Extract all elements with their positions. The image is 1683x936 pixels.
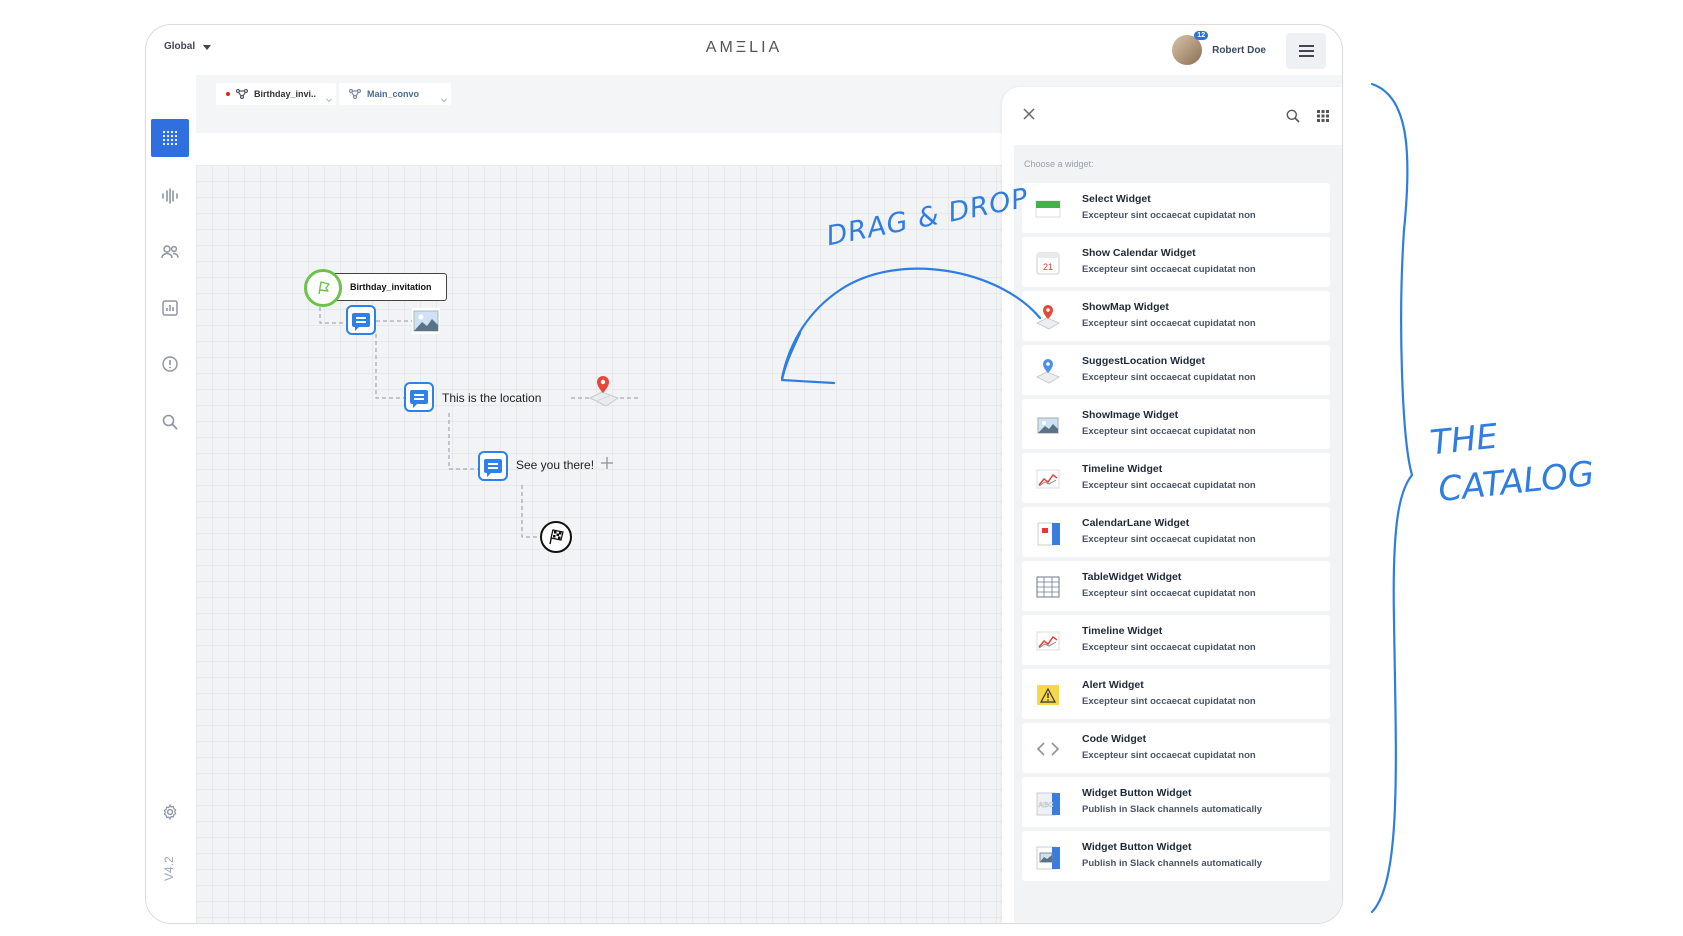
message-node[interactable]: [404, 382, 434, 412]
catalog-annotation-line1: THE: [1428, 416, 1500, 464]
start-node[interactable]: [304, 269, 342, 307]
message-node[interactable]: [478, 451, 508, 481]
map-pin-icon: [588, 376, 620, 407]
start-node-label[interactable]: Birthday_invitation: [329, 273, 447, 301]
chat-bubble-icon: [410, 390, 428, 408]
node-message-text[interactable]: This is the location: [442, 391, 541, 405]
image-widget-node[interactable]: [412, 308, 440, 334]
checkered-flag-icon: [549, 529, 564, 545]
plus-icon: [601, 457, 613, 469]
add-node-button[interactable]: [600, 456, 614, 470]
flag-icon: [318, 281, 330, 295]
image-icon: [413, 310, 439, 332]
chat-bubble-icon: [352, 313, 370, 331]
app-window: Global AMΞLIA 12 Robert Doe V4.2 Birthda…: [145, 24, 1343, 924]
catalog-brace: [1370, 82, 1414, 914]
message-node[interactable]: [346, 305, 376, 335]
chat-bubble-icon: [484, 459, 502, 477]
end-node[interactable]: [540, 521, 572, 553]
node-message-text[interactable]: See you there!: [516, 458, 594, 472]
map-widget-node[interactable]: [586, 372, 622, 412]
flow-connectors: [319, 293, 641, 538]
